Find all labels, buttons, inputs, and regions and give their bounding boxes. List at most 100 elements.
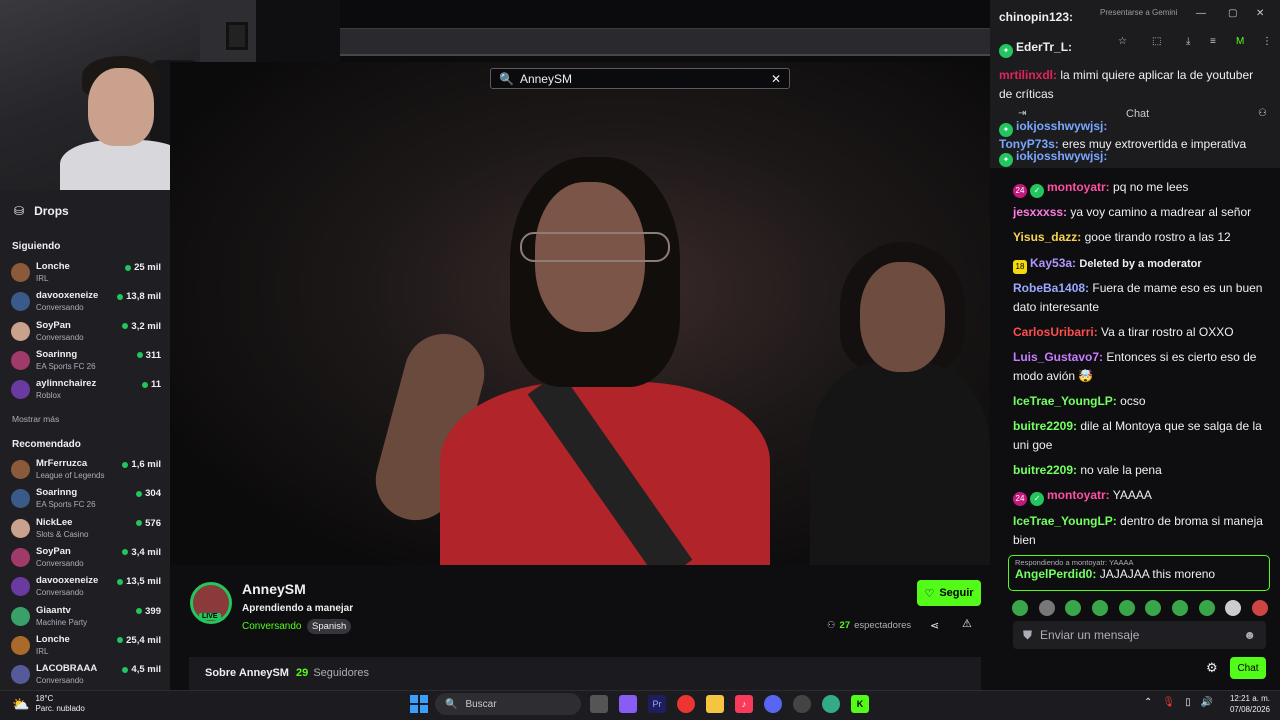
chat-username[interactable]: EderTr_L: [1016, 40, 1072, 54]
chat-username[interactable]: AngelPerdid0: [1015, 567, 1096, 581]
emote-icon[interactable] [1251, 600, 1268, 616]
chrome-profile-icon[interactable] [822, 695, 840, 713]
search-input[interactable]: 🔍 AnneySM ✕ [490, 68, 790, 89]
chat-message: chinopin123: [999, 8, 1254, 27]
chevron-up-icon[interactable]: ⌃ [1144, 697, 1152, 708]
chat-text: Va a tirar rostro al OXXO [1101, 325, 1234, 339]
show-more-link[interactable]: Mostrar más [12, 414, 59, 424]
share-icon[interactable]: ⋖ [930, 619, 939, 632]
emote-icon[interactable] [1118, 600, 1135, 616]
viewer-count: 13,5 mil [117, 576, 161, 587]
chat-username[interactable]: IceTrae_YoungLP: [1013, 514, 1117, 528]
sidebar-channel[interactable]: LACOBRAAA Conversando 4,5 mil [11, 663, 161, 691]
chat-username[interactable]: CarlosUribarri: [1013, 325, 1098, 339]
chat-username[interactable]: Yisus_dazz: [1013, 230, 1081, 244]
verified-icon: ✦ [999, 44, 1013, 58]
close-window-icon[interactable]: ✕ [1256, 8, 1264, 19]
sidebar-channel[interactable]: aylinnchairez Roblox 11 [11, 378, 161, 406]
live-badge: LIVE [199, 613, 221, 620]
send-chat-button[interactable]: Chat [1230, 657, 1266, 679]
chat-username[interactable]: iokjosshwywjsj: [1016, 149, 1107, 163]
app-icon[interactable] [793, 695, 811, 713]
copilot-icon[interactable] [619, 695, 637, 713]
gear-icon[interactable]: ⚙ [1206, 660, 1218, 676]
sidebar-channel[interactable]: SoyPan Conversando 3,4 mil [11, 546, 161, 574]
sidebar-channel[interactable]: Giaantv Machine Party 399 [11, 605, 161, 633]
reply-context: Respondiendo a montoyatr: YAAAA [1015, 558, 1134, 567]
avatar [11, 606, 30, 626]
chat-username[interactable]: buitre2209: [1013, 463, 1077, 477]
emoji-icon[interactable]: ☻ [1243, 628, 1256, 642]
chat-username[interactable]: chinopin123: [999, 10, 1073, 24]
avatar [11, 635, 30, 655]
viewer-count: 4,5 mil [122, 664, 161, 675]
premiere-icon[interactable]: Pr [648, 695, 666, 713]
emote-icon[interactable] [1038, 600, 1055, 616]
recommended-title: Recomendado [12, 439, 81, 450]
sidebar-channel[interactable]: Lonche IRL 25 mil [11, 261, 161, 289]
folder-icon[interactable] [706, 695, 724, 713]
emote-icon[interactable] [1171, 600, 1188, 616]
category-link[interactable]: Conversando [242, 621, 301, 632]
chat-username[interactable]: RobeBa1408: [1013, 281, 1089, 295]
top-bar [340, 0, 990, 62]
sidebar-channel[interactable]: NickLee Slots & Casino 576 [11, 517, 161, 545]
chrome-icon[interactable] [677, 695, 695, 713]
viewer-count: 304 [136, 488, 161, 499]
about-section: Sobre AnneySM 29 Seguidores [189, 657, 981, 690]
music-icon[interactable]: ♪ [735, 695, 753, 713]
emote-icon[interactable] [1145, 600, 1162, 616]
sidebar-channel[interactable]: MrFerruzca League of Legends 1,6 mil [11, 458, 161, 486]
microphone-icon[interactable]: 🎙 [1162, 697, 1175, 708]
emote-icon[interactable] [1198, 600, 1215, 616]
chat-username[interactable]: montoyatr: [1047, 180, 1110, 194]
chat-username[interactable]: buitre2209: [1013, 419, 1077, 433]
start-button[interactable] [410, 695, 428, 713]
chat-text: ocso [1120, 394, 1146, 408]
channel-name: Lonche [36, 261, 70, 272]
sidebar-channel[interactable]: SoyPan Conversando 3,2 mil [11, 320, 161, 348]
chat-username[interactable]: mrtilinxdl: [999, 68, 1057, 82]
taskbar-search[interactable]: 🔍 Buscar [435, 693, 581, 715]
chat-username[interactable]: iokjosshwywjsj: [1016, 119, 1107, 133]
video-player[interactable] [170, 62, 990, 565]
network-icon[interactable]: ▯ [1185, 697, 1191, 708]
sidebar-channel[interactable]: davooxeneize Conversando 13,8 mil [11, 290, 161, 318]
kick-icon[interactable]: K [851, 695, 869, 713]
emote-icon[interactable] [1012, 600, 1028, 616]
chat-message: CarlosUribarri: Va a tirar rostro al OXX… [1013, 323, 1268, 342]
emote-icon[interactable] [1065, 600, 1082, 616]
chat-message: ✦ EderTr_L: [999, 38, 1254, 58]
weather-widget[interactable]: ⛅ 18°C Parc. nublado [12, 694, 85, 714]
chat-input[interactable]: ⛊ Enviar un mensaje ☻ [1013, 621, 1266, 649]
chat-username[interactable]: jesxxxss: [1013, 205, 1067, 219]
discord-icon[interactable] [764, 695, 782, 713]
sidebar-channel[interactable]: Soarinng EA Sports FC 26 311 [11, 349, 161, 377]
channel-name: Lonche [36, 633, 70, 645]
language-tag[interactable]: Spanish [307, 619, 352, 634]
avatar [11, 518, 30, 538]
viewer-count: 311 [137, 350, 161, 361]
more-icon[interactable]: ⋮ [1262, 36, 1272, 47]
reply-message: Respondiendo a montoyatr: YAAAA AngelPer… [1008, 555, 1270, 591]
sidebar-channel[interactable]: Lonche IRL 25,4 mil [11, 634, 161, 662]
users-list-icon[interactable]: ⚇ [1258, 108, 1267, 119]
verified-icon: ✓ [1030, 184, 1044, 198]
emote-icon[interactable] [1225, 600, 1242, 616]
chat-username[interactable]: Kay53a: [1030, 256, 1076, 270]
drops-link[interactable]: ⛁ Drops [14, 204, 69, 218]
taskview-icon[interactable] [590, 695, 608, 713]
chat-username[interactable]: montoyatr: [1047, 488, 1110, 502]
sidebar-channel[interactable]: Soarinng EA Sports FC 26 304 [11, 487, 161, 515]
clock[interactable]: 12:21 a. m. 07/08/2026 [1210, 693, 1270, 715]
chat-text: no vale la pena [1080, 463, 1162, 477]
chat-username[interactable]: IceTrae_YoungLP: [1013, 394, 1117, 408]
channel-name: MrFerruzca [36, 458, 88, 469]
sidebar-channel[interactable]: davooxeneize Conversando 13,5 mil [11, 575, 161, 603]
emote-icon[interactable] [1091, 600, 1108, 616]
report-icon[interactable]: ⚠ [962, 617, 972, 630]
follow-button[interactable]: ♡ Seguir [917, 580, 981, 606]
close-icon[interactable]: ✕ [771, 72, 781, 86]
chat-username[interactable]: Luis_Gustavo7: [1013, 350, 1103, 364]
channel-name[interactable]: AnneySM [242, 581, 306, 597]
